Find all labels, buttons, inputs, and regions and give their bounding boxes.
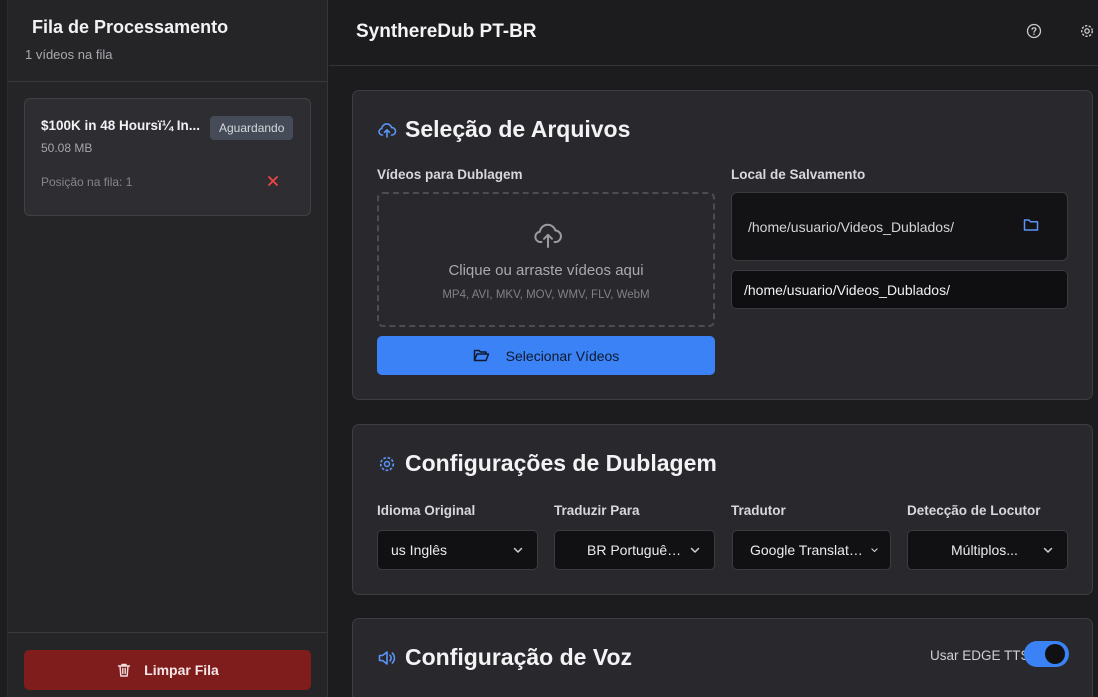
queue-item-position: Posição na fila: 1 (41, 175, 133, 189)
speaker-detection-label: Detecção de Locutor (907, 503, 1041, 518)
queue-header: Fila de Processamento 1 vídeos na fila (8, 0, 327, 82)
chevron-down-icon (871, 548, 878, 553)
translator-value: Google Translator... (750, 542, 868, 558)
settings-gear-icon[interactable] (1078, 22, 1096, 40)
app-window: Fila de Processamento 1 vídeos na fila $… (0, 0, 1098, 697)
queue-count: 1 vídeos na fila (25, 47, 113, 62)
folder-icon[interactable] (1023, 218, 1039, 232)
queue-sidebar: Fila de Processamento 1 vídeos na fila $… (0, 0, 328, 697)
app-title: SynthereDub PT-BR (356, 21, 537, 42)
status-badge: Aguardando (210, 116, 294, 140)
folder-open-icon (473, 349, 489, 362)
source-language-select[interactable]: us Inglês (377, 530, 538, 570)
clear-queue-label: Limpar Fila (144, 662, 219, 678)
voice-config-card: Configuração de Voz Usar EDGE TTS (352, 618, 1093, 697)
dropzone-formats: MP4, AVI, MKV, MOV, WMV, FLV, WebM (442, 289, 650, 301)
save-path-input[interactable] (731, 270, 1068, 309)
speaker-detection-select[interactable]: Múltiplos... (907, 530, 1068, 570)
target-language-value: BR Português... (587, 542, 683, 558)
edge-tts-label: Usar EDGE TTS (930, 648, 1030, 663)
source-language-value: us Inglês (391, 542, 448, 558)
main-content: Seleção de Arquivos Vídeos para Dublagem… (329, 67, 1098, 697)
top-header: SynthereDub PT-BR (329, 0, 1098, 66)
select-videos-button[interactable]: Selecionar Vídeos (377, 336, 715, 375)
dubbing-settings-card: Configurações de Dublagem Idioma Origina… (352, 424, 1093, 595)
edge-tts-toggle[interactable] (1024, 641, 1069, 667)
remove-item-icon[interactable] (265, 173, 281, 189)
target-language-label: Traduzir Para (554, 503, 640, 518)
toggle-knob (1045, 644, 1065, 664)
chevron-down-icon (690, 547, 700, 553)
dropzone-text: Clique ou arraste vídeos aqui (448, 262, 644, 279)
translator-select[interactable]: Google Translator... (732, 530, 891, 570)
sidebar-edge (0, 0, 8, 697)
target-language-select[interactable]: BR Português... (554, 530, 715, 570)
speaker-volume-icon (378, 650, 396, 665)
save-path-display: /home/usuario/Videos_Dublados/ (731, 192, 1068, 261)
videos-label: Vídeos para Dublagem (377, 167, 523, 182)
queue-item-name: $100K in 48 Hoursï¼ In... (41, 118, 201, 133)
trash-icon (117, 663, 131, 677)
file-selection-header: Seleção de Arquivos (377, 116, 630, 143)
queue-item[interactable]: $100K in 48 Hoursï¼ In... Aguardando 50.… (24, 98, 311, 216)
source-language-label: Idioma Original (377, 503, 476, 518)
clear-queue-button[interactable]: Limpar Fila (24, 650, 311, 690)
voice-config-header: Configuração de Voz (377, 644, 632, 671)
file-selection-title: Seleção de Arquivos (405, 116, 631, 142)
voice-config-title: Configuração de Voz (405, 644, 633, 670)
upload-cloud-icon (534, 223, 562, 248)
queue-item-size: 50.08 MB (41, 141, 93, 155)
chevron-down-icon (513, 547, 523, 553)
speaker-detection-value: Múltiplos... (951, 542, 1018, 558)
upload-cloud-icon (378, 122, 397, 138)
video-dropzone[interactable]: Clique ou arraste vídeos aqui MP4, AVI, … (377, 192, 715, 327)
translator-label: Tradutor (731, 503, 786, 518)
select-videos-label: Selecionar Vídeos (505, 347, 620, 364)
chevron-down-icon (1043, 547, 1053, 553)
gear-icon (379, 456, 395, 471)
dubbing-settings-header: Configurações de Dublagem (377, 450, 717, 477)
queue-title: Fila de Processamento (32, 17, 229, 37)
file-selection-card: Seleção de Arquivos Vídeos para Dublagem… (352, 90, 1093, 400)
help-icon[interactable] (1025, 22, 1043, 40)
save-location-label: Local de Salvamento (731, 167, 866, 182)
dubbing-settings-title: Configurações de Dublagem (405, 450, 717, 476)
save-path-text: /home/usuario/Videos_Dublados/ (748, 219, 954, 235)
